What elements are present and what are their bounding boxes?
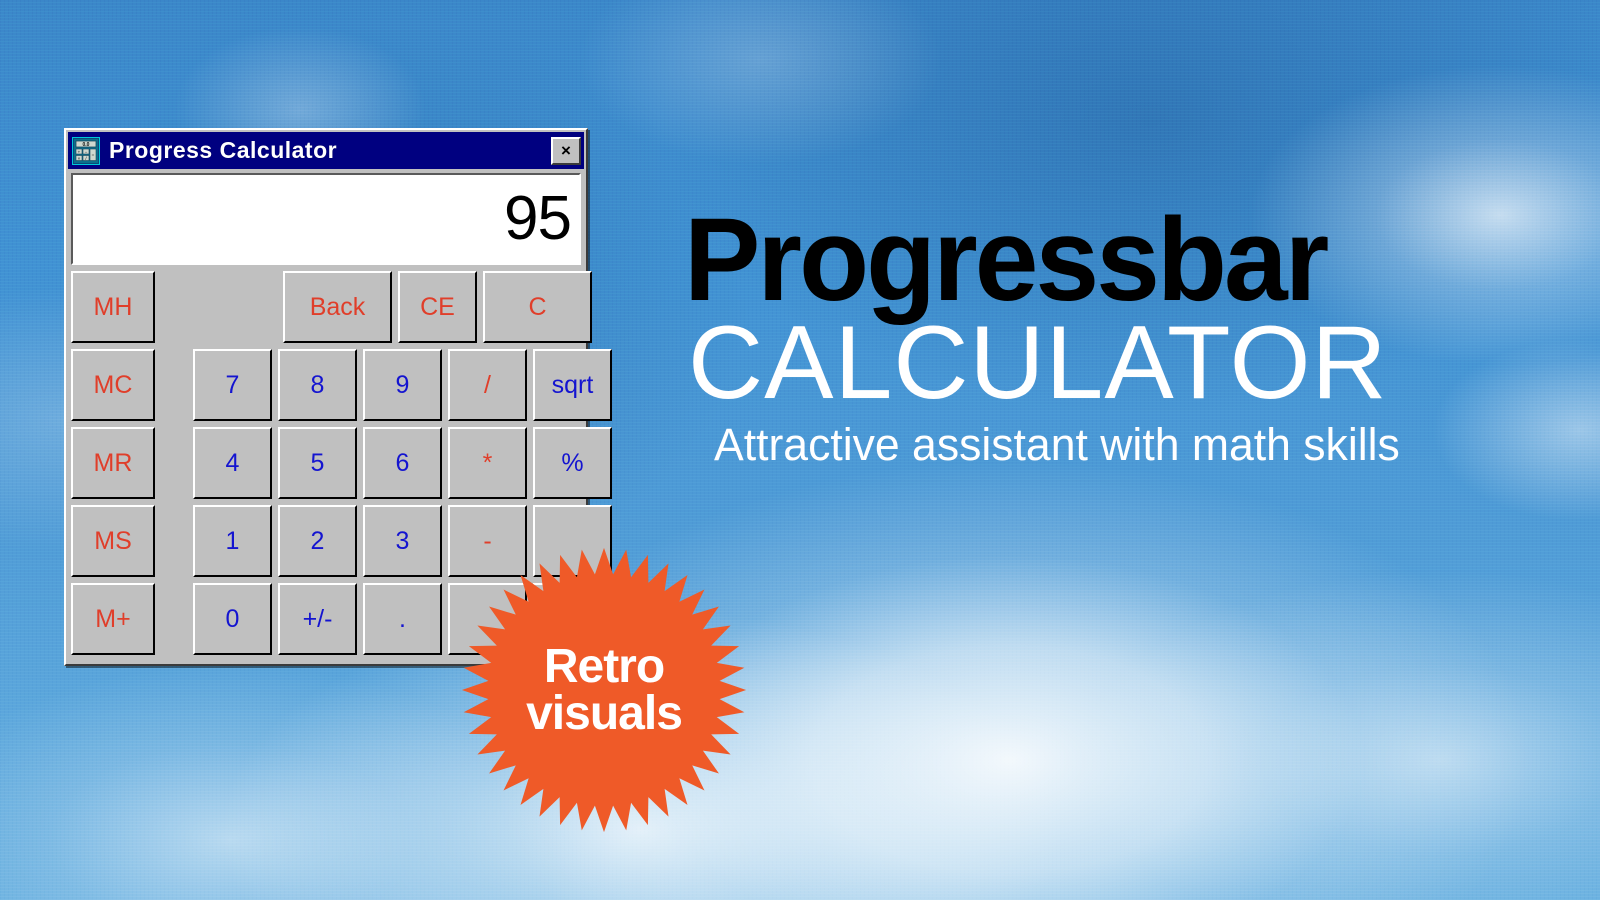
key-6[interactable]: 6 <box>363 427 442 499</box>
starburst-shape <box>461 547 747 833</box>
key-9[interactable]: 9 <box>363 349 442 421</box>
key-8[interactable]: 8 <box>278 349 357 421</box>
retro-visuals-badge: Retro visuals <box>459 545 749 835</box>
poster-canvas: 0.0 + − × / = Progress Calculator × 95 M <box>0 0 1600 900</box>
key-mplus[interactable]: M+ <box>71 583 155 655</box>
key-multiply[interactable]: * <box>448 427 527 499</box>
key-sqrt[interactable]: sqrt <box>533 349 612 421</box>
headline-product-name: Progressbar <box>684 194 1329 326</box>
key-5[interactable]: 5 <box>278 427 357 499</box>
svg-text:=: = <box>92 152 95 157</box>
svg-text:−: − <box>85 149 88 154</box>
key-ms[interactable]: MS <box>71 505 155 577</box>
keypad-gap <box>161 271 187 343</box>
keypad-row: MR 4 5 6 *% <box>71 427 612 499</box>
poster-headline: Progressbar CALCULATOR Attractive assist… <box>684 194 1564 471</box>
calculator-icon: 0.0 + − × / = <box>72 136 100 165</box>
key-3[interactable]: 3 <box>363 505 442 577</box>
display-value: 95 <box>504 184 572 253</box>
key-ce[interactable]: CE <box>398 271 477 343</box>
key-mc[interactable]: MC <box>71 349 155 421</box>
window-titlebar[interactable]: 0.0 + − × / = Progress Calculator × <box>68 132 584 169</box>
keypad-gap <box>161 583 187 655</box>
key-c[interactable]: C <box>483 271 592 343</box>
key-divide[interactable]: / <box>448 349 527 421</box>
key-mr[interactable]: MR <box>71 427 155 499</box>
key-decimal[interactable]: . <box>363 583 442 655</box>
calculator-display[interactable]: 95 <box>71 173 581 265</box>
headline-tagline: Attractive assistant with math skills <box>714 418 1400 470</box>
key-mh[interactable]: MH <box>71 271 155 343</box>
key-1[interactable]: 1 <box>193 505 272 577</box>
window-title: Progress Calculator <box>109 137 338 163</box>
key-back[interactable]: Back <box>283 271 392 343</box>
key-7[interactable]: 7 <box>193 349 272 421</box>
svg-text:+: + <box>78 149 81 154</box>
headline-category: CALCULATOR <box>688 304 1388 421</box>
keypad-gap <box>161 427 187 499</box>
keypad-row: MC 7 8 9/sqrt <box>71 349 612 421</box>
keypad-spacer <box>193 271 277 343</box>
svg-text:0.0: 0.0 <box>83 142 90 148</box>
close-button[interactable]: × <box>551 136 581 165</box>
key-4[interactable]: 4 <box>193 427 272 499</box>
key-+divideminus[interactable]: +/- <box>278 583 357 655</box>
key-2[interactable]: 2 <box>278 505 357 577</box>
keypad-gap <box>161 349 187 421</box>
key-percent[interactable]: % <box>533 427 612 499</box>
key-0[interactable]: 0 <box>193 583 272 655</box>
keypad-row: MH Back CE C <box>71 271 592 343</box>
svg-text:×: × <box>78 155 81 160</box>
keypad-gap <box>161 505 187 577</box>
